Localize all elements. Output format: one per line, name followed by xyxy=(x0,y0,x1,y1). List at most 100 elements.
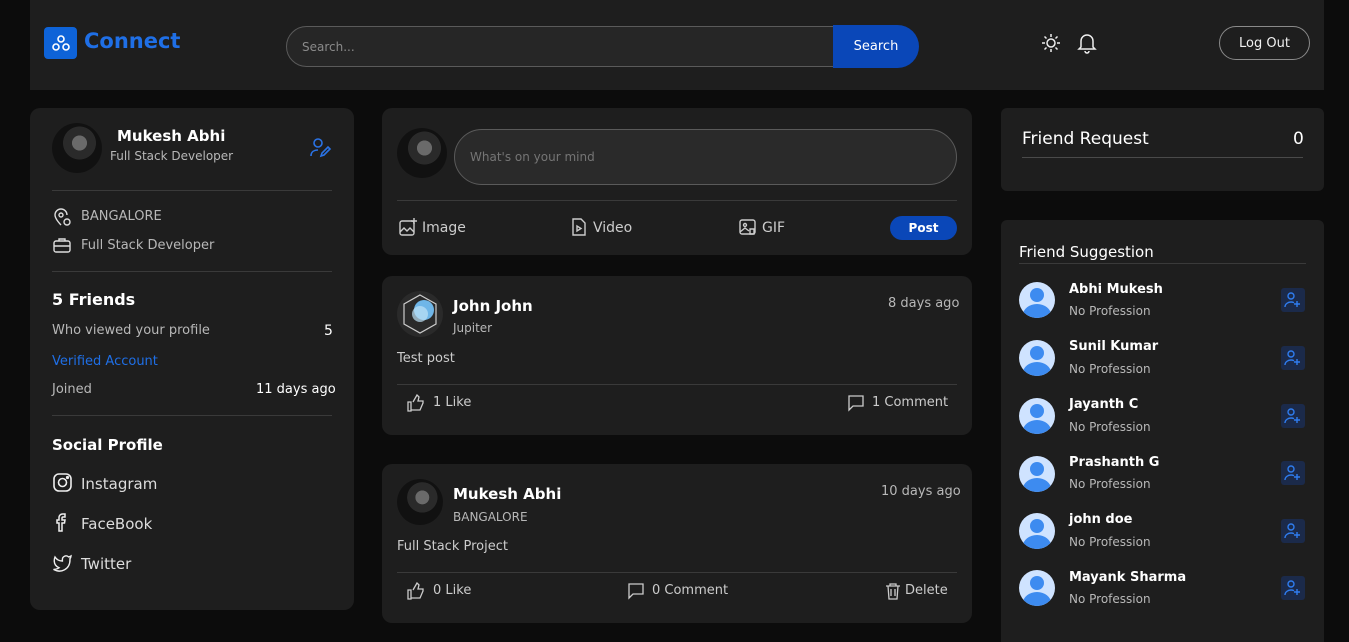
add-friend-button[interactable] xyxy=(1281,288,1305,312)
avatar[interactable] xyxy=(397,479,443,525)
post-author-subtitle: BANGALORE xyxy=(453,510,528,524)
gif-icon[interactable] xyxy=(738,217,758,241)
profile-name[interactable]: Mukesh Abhi xyxy=(117,127,225,145)
search-input[interactable] xyxy=(287,27,833,66)
suggestion-name[interactable]: Abhi Mukesh xyxy=(1069,282,1163,297)
briefcase-icon xyxy=(52,235,72,259)
location-icon xyxy=(52,207,72,231)
post-text: Test post xyxy=(397,351,455,366)
avatar xyxy=(397,128,447,178)
suggestion-profession: No Profession xyxy=(1069,362,1151,376)
verified-account-link[interactable]: Verified Account xyxy=(52,354,158,369)
user-plus-icon xyxy=(1284,350,1300,366)
friend-suggestion-card: Friend Suggestion Abhi Mukesh No Profess… xyxy=(1001,220,1324,642)
image-icon[interactable] xyxy=(398,217,418,241)
post-text: Full Stack Project xyxy=(397,539,508,554)
post-author[interactable]: Mukesh Abhi xyxy=(453,485,561,503)
social-heading: Social Profile xyxy=(52,436,163,454)
like-icon[interactable] xyxy=(407,581,425,604)
user-plus-icon xyxy=(1284,408,1300,424)
comment-icon[interactable] xyxy=(847,394,865,416)
like-count[interactable]: 0 Like xyxy=(433,583,471,598)
sun-icon[interactable] xyxy=(1041,33,1061,57)
suggestion-name[interactable]: Jayanth C xyxy=(1069,397,1138,412)
friend-suggestion-title: Friend Suggestion xyxy=(1019,243,1154,261)
suggestion-profession: No Profession xyxy=(1069,592,1151,606)
twitter-icon[interactable] xyxy=(52,552,73,577)
comment-count[interactable]: 0 Comment xyxy=(652,583,728,598)
divider xyxy=(52,271,332,272)
twitter-link[interactable]: Twitter xyxy=(81,555,131,573)
post-author-subtitle: Jupiter xyxy=(453,321,493,335)
comment-icon[interactable] xyxy=(627,582,645,604)
post-card: John John Jupiter 8 days ago Test post 1… xyxy=(382,276,972,435)
like-icon[interactable] xyxy=(407,393,425,416)
search-button[interactable]: Search xyxy=(833,25,919,68)
suggestion-name[interactable]: Mayank Sharma xyxy=(1069,570,1186,585)
post-card: Mukesh Abhi BANGALORE 10 days ago Full S… xyxy=(382,464,972,623)
viewed-label: Who viewed your profile xyxy=(52,323,210,338)
suggestion-name[interactable]: Sunil Kumar xyxy=(1069,339,1158,354)
logo-icon[interactable] xyxy=(44,27,77,59)
gif-button[interactable]: GIF xyxy=(762,220,785,236)
post-button[interactable]: Post xyxy=(890,216,957,240)
bell-icon[interactable] xyxy=(1077,32,1097,58)
delete-button[interactable]: Delete xyxy=(905,583,948,598)
video-icon[interactable] xyxy=(569,217,589,241)
suggestion-profession: No Profession xyxy=(1069,535,1151,549)
post-author[interactable]: John John xyxy=(453,297,533,315)
post-composer: Image Video GIF Post xyxy=(382,108,972,255)
divider xyxy=(397,384,957,385)
user-plus-icon xyxy=(1284,465,1300,481)
user-avatar-icon xyxy=(1019,398,1055,434)
trash-icon[interactable] xyxy=(884,582,902,604)
comment-count[interactable]: 1 Comment xyxy=(872,395,948,410)
like-count[interactable]: 1 Like xyxy=(433,395,471,410)
user-avatar-icon xyxy=(1019,340,1055,376)
edit-profile-icon[interactable] xyxy=(310,137,332,163)
occupation-text: Full Stack Developer xyxy=(81,238,215,253)
suggestion-name[interactable]: Prashanth G xyxy=(1069,455,1159,470)
top-header: Connect Search Log Out xyxy=(30,0,1324,90)
instagram-link[interactable]: Instagram xyxy=(81,475,157,493)
post-time: 10 days ago xyxy=(881,484,961,499)
instagram-icon[interactable] xyxy=(52,472,73,497)
divider xyxy=(52,415,332,416)
logout-button[interactable]: Log Out xyxy=(1219,26,1310,60)
composer-box xyxy=(454,129,957,185)
friend-request-card: Friend Request 0 xyxy=(1001,108,1324,191)
user-avatar-icon xyxy=(1019,282,1055,318)
image-button[interactable]: Image xyxy=(422,220,466,236)
user-plus-icon xyxy=(1284,580,1300,596)
avatar[interactable] xyxy=(52,123,102,173)
divider xyxy=(52,190,332,191)
suggestion-name[interactable]: john doe xyxy=(1069,512,1132,527)
friend-request-count: 0 xyxy=(1293,129,1304,149)
add-friend-button[interactable] xyxy=(1281,519,1305,543)
user-plus-icon xyxy=(1284,523,1300,539)
user-plus-icon xyxy=(1284,292,1300,308)
facebook-link[interactable]: FaceBook xyxy=(81,515,152,533)
user-avatar-icon xyxy=(1019,570,1055,606)
video-button[interactable]: Video xyxy=(593,220,632,236)
add-friend-button[interactable] xyxy=(1281,346,1305,370)
divider xyxy=(397,572,957,573)
joined-label: Joined xyxy=(52,382,92,397)
friend-request-title: Friend Request xyxy=(1022,129,1149,149)
friends-count[interactable]: 5 Friends xyxy=(52,290,135,309)
divider xyxy=(397,200,957,201)
add-friend-button[interactable] xyxy=(1281,576,1305,600)
composer-input[interactable] xyxy=(455,130,956,184)
add-friend-button[interactable] xyxy=(1281,404,1305,428)
location-text: BANGALORE xyxy=(81,209,162,224)
profile-title: Full Stack Developer xyxy=(110,149,234,163)
suggestion-profession: No Profession xyxy=(1069,420,1151,434)
suggestion-profession: No Profession xyxy=(1069,304,1151,318)
planet-avatar-icon[interactable] xyxy=(397,291,443,337)
joined-value: 11 days ago xyxy=(256,382,336,397)
add-friend-button[interactable] xyxy=(1281,461,1305,485)
brand-name[interactable]: Connect xyxy=(84,29,180,53)
facebook-icon[interactable] xyxy=(52,512,73,537)
search-box xyxy=(286,26,834,67)
user-avatar-icon xyxy=(1019,456,1055,492)
